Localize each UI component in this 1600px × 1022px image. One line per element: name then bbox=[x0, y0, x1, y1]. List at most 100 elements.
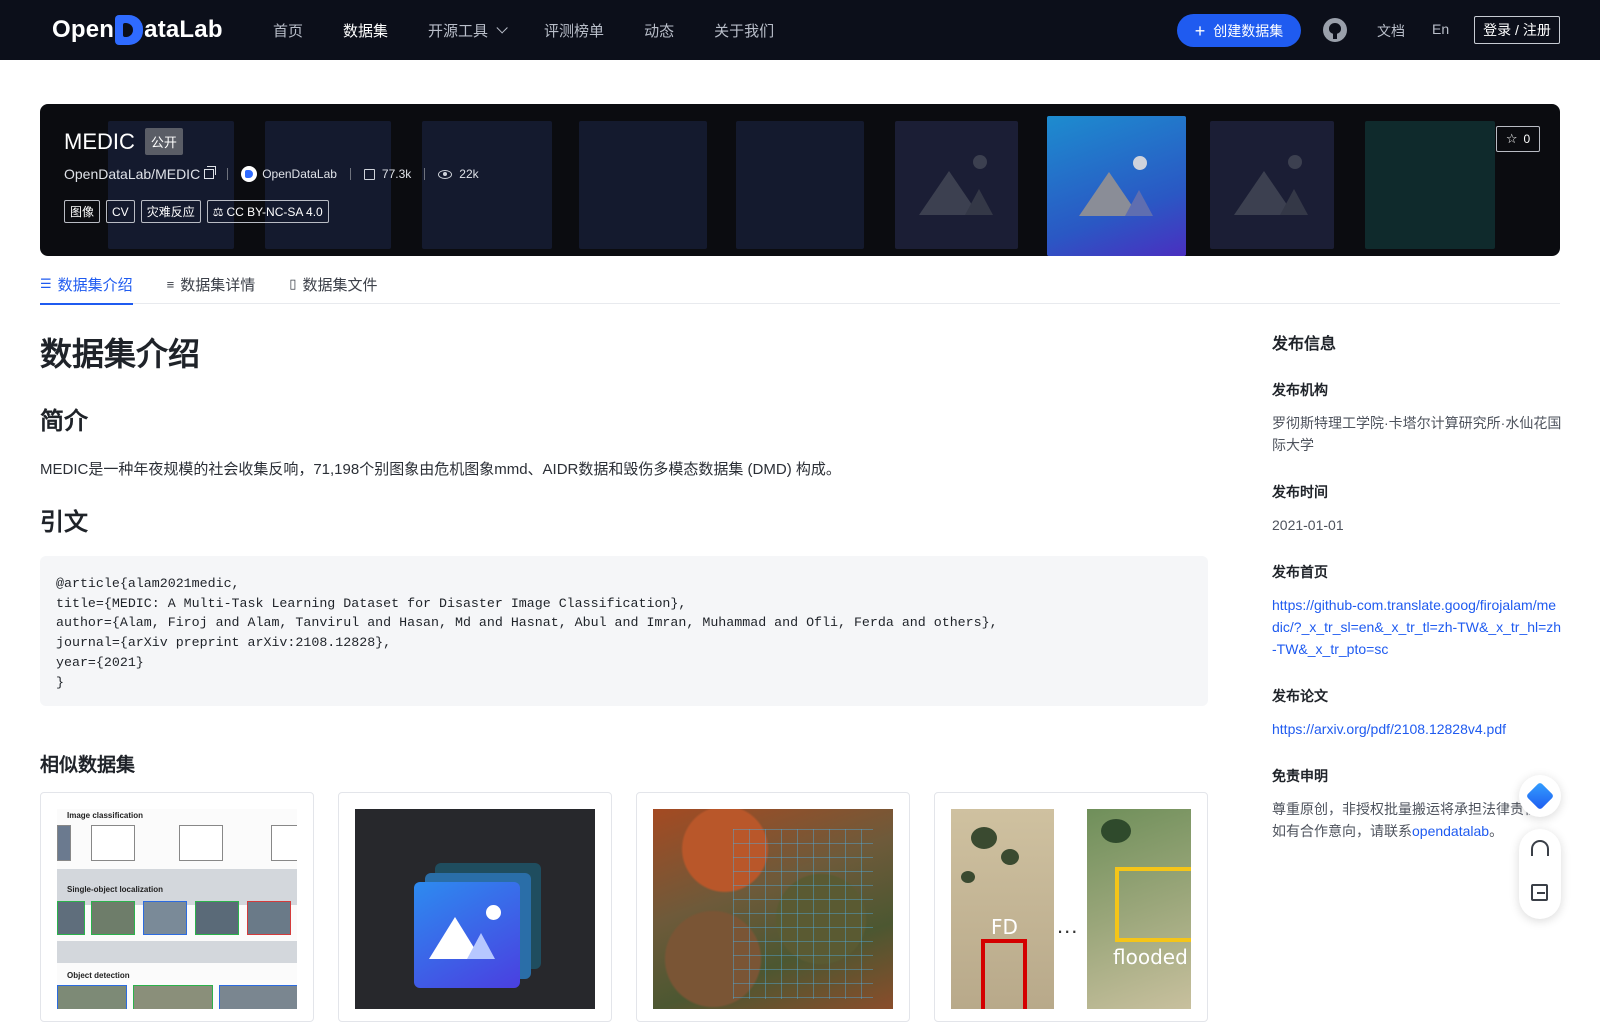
paper-label: 发布论文 bbox=[1272, 688, 1328, 704]
floating-toolbar bbox=[1519, 829, 1561, 919]
divider bbox=[227, 168, 229, 180]
similar-dataset-card[interactable]: Image classification Single-object local… bbox=[40, 792, 314, 1022]
tree-shape bbox=[961, 871, 975, 883]
star-count: 0 bbox=[1523, 132, 1531, 146]
star-button[interactable]: ☆ 0 bbox=[1496, 126, 1540, 152]
copy-icon[interactable] bbox=[204, 166, 217, 179]
figure-heading: Single-object localization bbox=[67, 885, 164, 894]
intro-text: MEDIC是一种年夜规模的社会收集反响，71,198个别图象由危机图象mmd、A… bbox=[40, 461, 841, 478]
tab-details[interactable]: ≡ 数据集详情 bbox=[167, 264, 256, 304]
license-tag[interactable]: ⚖ CC BY-NC-SA 4.0 bbox=[206, 200, 329, 223]
figure-box bbox=[271, 825, 297, 861]
label-flooded: flooded bbox=[1113, 945, 1188, 969]
org-name[interactable]: OpenDataLab bbox=[262, 167, 337, 181]
org-avatar bbox=[241, 166, 258, 182]
nav-link-datasets[interactable]: 数据集 bbox=[343, 20, 388, 41]
publisher-value: 罗彻斯特理工学院·卡塔尔计算研究所·水仙花国际大学 bbox=[1272, 415, 1562, 453]
annotation-box-red bbox=[981, 939, 1027, 1009]
top-navbar: Open ataLab 首页 数据集 开源工具 评测榜单 动态 关于我们 + 创… bbox=[0, 0, 1600, 60]
figure-photo bbox=[57, 901, 85, 935]
create-dataset-button[interactable]: + 创建数据集 bbox=[1177, 14, 1301, 47]
tab-introduction-label: 数据集介绍 bbox=[57, 276, 133, 294]
nav-link-about[interactable]: 关于我们 bbox=[714, 20, 774, 41]
dataset-tabs: ☰ 数据集介绍 ≡ 数据集详情 ▯ 数据集文件 bbox=[40, 264, 1560, 305]
figure-box bbox=[91, 825, 135, 861]
figure-photo bbox=[143, 901, 187, 935]
nav-links: 首页 数据集 开源工具 评测榜单 动态 关于我们 bbox=[273, 0, 814, 60]
nav-link-tools[interactable]: 开源工具 bbox=[428, 20, 508, 41]
floating-assistant-button[interactable] bbox=[1519, 775, 1561, 817]
figure-heading: Object detection bbox=[67, 971, 130, 980]
publisher-label: 发布机构 bbox=[1272, 382, 1328, 398]
login-register-button[interactable]: 登录 / 注册 bbox=[1474, 16, 1560, 44]
intro-heading: 简介 bbox=[40, 408, 88, 435]
publish-info-title: 发布信息 bbox=[1272, 336, 1337, 353]
label-fd: FD bbox=[991, 915, 1018, 939]
dataset-path: OpenDataLab/MEDIC bbox=[64, 166, 201, 182]
dataset-banner: MEDIC 公开 OpenDataLab/MEDIC OpenDataLab 7… bbox=[40, 104, 1560, 256]
tree-shape bbox=[971, 827, 997, 849]
tab-files[interactable]: ▯ 数据集文件 bbox=[289, 264, 377, 304]
image-icon-sun bbox=[486, 905, 501, 920]
figure-box bbox=[179, 825, 223, 861]
disclaimer-contact-link[interactable]: opendatalab bbox=[1412, 823, 1489, 839]
nav-link-home[interactable]: 首页 bbox=[273, 20, 303, 41]
logo-d-icon bbox=[115, 15, 144, 45]
homepage-label: 发布首页 bbox=[1272, 564, 1328, 580]
plus-icon: + bbox=[1194, 20, 1206, 41]
language-switch[interactable]: En bbox=[1432, 21, 1449, 37]
disclaimer-text: 尊重原创，非授权批量搬运将承担法律责任。如有合作意向，请联系opendatala… bbox=[1272, 798, 1562, 842]
banner-thumbnail bbox=[422, 121, 552, 249]
edit-icon[interactable] bbox=[1531, 884, 1548, 901]
tag-cv[interactable]: CV bbox=[106, 200, 135, 223]
banner-thumbnail bbox=[579, 121, 707, 249]
star-icon: ☆ bbox=[1505, 131, 1518, 146]
page-title: 数据集介绍 bbox=[40, 336, 201, 372]
ellipsis: ... bbox=[1057, 913, 1079, 938]
nav-link-news[interactable]: 动态 bbox=[644, 20, 674, 41]
similar-dataset-card[interactable]: FD ... flooded bbox=[934, 792, 1208, 1022]
docs-link[interactable]: 文档 bbox=[1377, 21, 1405, 41]
tag-image[interactable]: 图像 bbox=[64, 200, 101, 223]
figure-photo bbox=[91, 901, 135, 935]
logo-text-left: Open bbox=[52, 16, 115, 43]
view-count: 22k bbox=[459, 167, 479, 181]
banner-thumbnail bbox=[736, 121, 864, 249]
figure-photo bbox=[195, 901, 239, 935]
visibility-badge: 公开 bbox=[144, 128, 183, 155]
card-thumbnail: Image classification Single-object local… bbox=[57, 809, 297, 1009]
figure-band bbox=[57, 941, 297, 963]
github-icon[interactable] bbox=[1323, 18, 1347, 42]
headset-icon[interactable] bbox=[1531, 840, 1549, 856]
citation-heading: 引文 bbox=[40, 509, 88, 536]
tab-details-label: 数据集详情 bbox=[180, 276, 256, 294]
paper-link[interactable]: https://arxiv.org/pdf/2108.12828v4.pdf bbox=[1272, 718, 1562, 740]
banner-thumbnail-placeholder bbox=[1210, 121, 1334, 249]
card-thumbnail bbox=[355, 809, 595, 1009]
publish-info-sidebar: 发布信息 发布机构 罗彻斯特理工学院·卡塔尔计算研究所·水仙花国际大学 发布时间… bbox=[1272, 330, 1562, 842]
banner-thumbnail-active bbox=[1047, 116, 1186, 256]
tab-files-label: 数据集文件 bbox=[302, 276, 378, 294]
logo-text-right: ataLab bbox=[144, 16, 223, 43]
image-placeholder-icon bbox=[1228, 153, 1316, 217]
dataset-meta: OpenDataLab/MEDIC OpenDataLab 77.3k 22k bbox=[64, 166, 479, 182]
dataset-tags: 图像 CV 灾难反应 ⚖ CC BY-NC-SA 4.0 bbox=[64, 200, 335, 223]
homepage-link[interactable]: https://github-com.translate.goog/firoja… bbox=[1272, 594, 1562, 660]
tag-disaster-response[interactable]: 灾难反应 bbox=[140, 200, 201, 223]
figure-heading: Image classification bbox=[67, 811, 144, 820]
card-thumbnail: FD ... flooded bbox=[951, 809, 1191, 1009]
download-icon bbox=[363, 168, 375, 180]
similar-datasets-heading: 相似数据集 bbox=[40, 755, 136, 776]
diamond-logo-icon bbox=[1525, 781, 1555, 811]
banner-thumbnail bbox=[265, 121, 391, 249]
tab-introduction[interactable]: ☰ 数据集介绍 bbox=[40, 264, 133, 305]
similar-dataset-card[interactable] bbox=[338, 792, 612, 1022]
banner-thumbnail bbox=[1365, 121, 1495, 249]
nav-link-tools-label: 开源工具 bbox=[428, 22, 489, 40]
similar-dataset-card[interactable] bbox=[636, 792, 910, 1022]
nav-link-leaderboard[interactable]: 评测榜单 bbox=[544, 20, 604, 41]
opendatalab-logo[interactable]: Open ataLab bbox=[52, 14, 223, 46]
image-placeholder-icon bbox=[913, 153, 1001, 217]
figure-photo bbox=[247, 901, 291, 935]
image-placeholder-icon bbox=[1073, 154, 1161, 218]
